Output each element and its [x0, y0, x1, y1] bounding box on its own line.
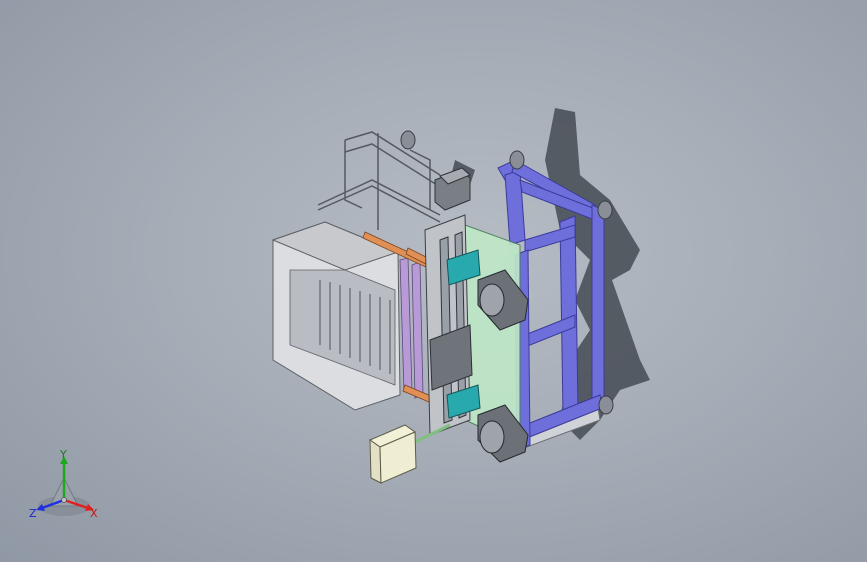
axis-triad: Y X Z [29, 448, 98, 520]
z-axis-label: Z [29, 507, 37, 520]
triad-origin [61, 497, 67, 503]
left-enclosure [271, 221, 401, 411]
grey-top-frame [317, 131, 446, 230]
purple-rails [399, 257, 424, 399]
x-axis-label: X [90, 507, 98, 520]
cad-viewport[interactable] [0, 0, 867, 562]
y-axis-label: Y [59, 448, 67, 461]
control-box [368, 424, 417, 484]
